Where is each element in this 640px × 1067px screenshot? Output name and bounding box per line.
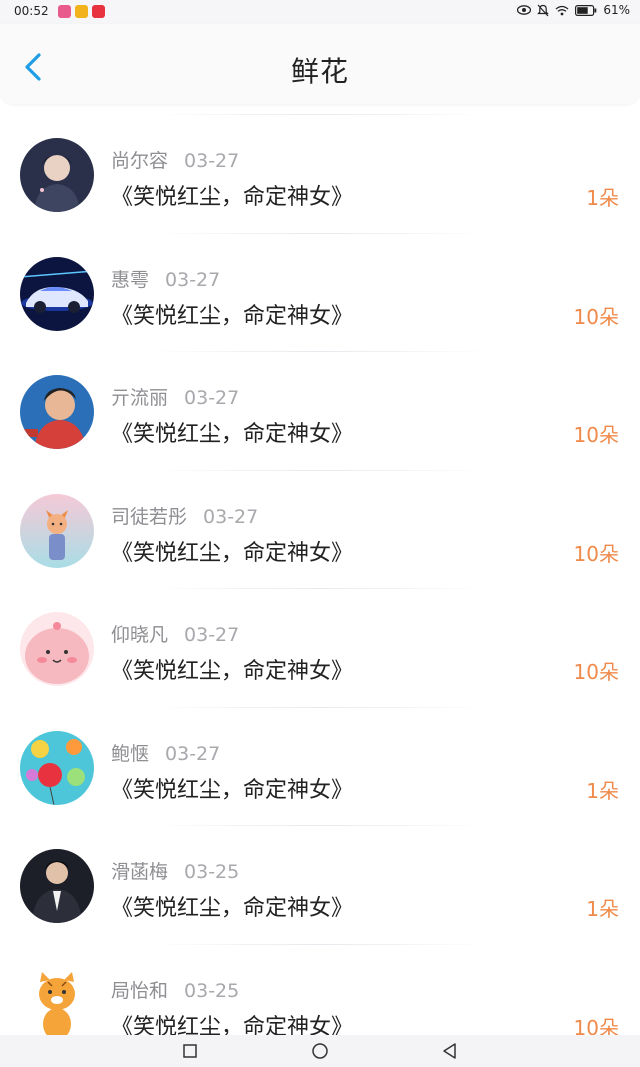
avatar[interactable] [20, 967, 94, 1037]
avatar-sports-car [20, 256, 94, 331]
flower-count: 1朵 [586, 897, 619, 921]
avatar[interactable] [20, 493, 94, 568]
avatar[interactable] [20, 138, 94, 212]
divider [150, 469, 490, 471]
divider [150, 114, 490, 115]
sender-date: 03-27 [184, 387, 240, 409]
flower-count: 10朵 [573, 423, 619, 447]
app-icon [75, 5, 88, 18]
recent-apps-button[interactable] [181, 1042, 199, 1060]
avatar-pink-blob [20, 612, 94, 686]
sender-line: 仰晓凡 03-27 [111, 620, 239, 647]
sender-name: 局怡和 [111, 979, 169, 1002]
sender-line: 亓流丽 03-27 [111, 383, 239, 410]
list-item[interactable]: 鲍惬 03-27 《笑悦红尘，命定神女》 1朵 [0, 697, 640, 816]
avatar-boy-portrait [20, 138, 94, 212]
divider [150, 706, 490, 708]
list-item[interactable]: 亓流丽 03-27 《笑悦红尘，命定神女》 10朵 [0, 341, 640, 460]
sender-name: 仰晓凡 [111, 624, 169, 646]
book-title: 《笑悦红尘，命定神女》 [111, 185, 354, 210]
sender-name: 惠雩 [111, 268, 150, 291]
sender-line: 惠雩 03-27 [111, 265, 220, 292]
avatar-balloons [20, 730, 94, 805]
screen: 00:52 61% 鲜花 尚尔容 03-27 《笑悦红尘，命定神女》 1朵 惠雩… [0, 0, 640, 1067]
divider [150, 351, 490, 352]
book-title: 《笑悦红尘，命定神女》 [111, 777, 354, 803]
avatar[interactable] [20, 256, 94, 331]
list-item[interactable]: 惠雩 03-27 《笑悦红尘，命定神女》 10朵 [0, 223, 640, 342]
sender-date: 03-25 [184, 861, 240, 883]
sender-date: 03-25 [184, 979, 240, 1002]
eye-icon [517, 5, 532, 15]
book-title: 《笑悦红尘，命定神女》 [111, 303, 354, 329]
mute-icon [537, 4, 550, 17]
wifi-icon [555, 5, 569, 16]
avatar[interactable] [20, 730, 94, 805]
flower-count: 10朵 [573, 541, 619, 566]
app-icon [58, 5, 71, 18]
sender-name: 尚尔容 [111, 150, 169, 172]
sender-date: 03-27 [165, 742, 221, 765]
recent-apps-icon [183, 1044, 197, 1058]
book-title: 《笑悦红尘，命定神女》 [111, 540, 354, 566]
status-bar: 00:52 61% [0, 0, 640, 24]
list-item[interactable]: 滑菡梅 03-25 《笑悦红尘，命定神女》 1朵 [0, 815, 640, 934]
home-icon [312, 1043, 328, 1059]
flower-count: 1朵 [586, 186, 619, 210]
list-item[interactable]: 司徒若彤 03-27 《笑悦红尘，命定神女》 10朵 [0, 460, 640, 579]
back-triangle-icon [443, 1043, 456, 1059]
divider [150, 943, 490, 945]
avatar[interactable] [20, 849, 94, 923]
battery-percent: 61% [603, 3, 630, 17]
flower-count: 1朵 [586, 778, 619, 803]
book-title: 《笑悦红尘，命定神女》 [111, 422, 354, 447]
sender-date: 03-27 [203, 505, 259, 528]
avatar[interactable] [20, 375, 94, 449]
nav-back-button[interactable] [441, 1042, 459, 1060]
avatar-tiger-cartoon [20, 967, 94, 1037]
avatar-man-suit [20, 849, 94, 923]
page-title: 鲜花 [290, 55, 349, 88]
sender-name: 司徒若彤 [111, 505, 188, 528]
sender-name: 亓流丽 [111, 387, 169, 409]
book-title: 《笑悦红尘，命定神女》 [111, 659, 354, 684]
book-title: 《笑悦红尘，命定神女》 [111, 896, 354, 921]
sender-name: 鲍惬 [111, 742, 150, 765]
flower-list[interactable]: 尚尔容 03-27 《笑悦红尘，命定神女》 1朵 惠雩 03-27 《笑悦红尘，… [0, 104, 640, 1037]
divider [150, 232, 490, 234]
divider [150, 825, 490, 826]
sender-line: 尚尔容 03-27 [111, 146, 239, 173]
avatar[interactable] [20, 612, 94, 686]
status-app-icons [58, 5, 105, 18]
status-indicators: 61% [517, 3, 630, 17]
list-item[interactable]: 局怡和 03-25 《笑悦红尘，命定神女》 10朵 [0, 934, 640, 1038]
divider [150, 588, 490, 589]
home-button[interactable] [311, 1042, 329, 1060]
sender-line: 司徒若彤 03-27 [111, 502, 258, 529]
sender-line: 鲍惬 03-27 [111, 739, 220, 766]
battery-icon [575, 4, 597, 16]
sender-date: 03-27 [184, 624, 240, 646]
list-item[interactable]: 仰晓凡 03-27 《笑悦红尘，命定神女》 10朵 [0, 578, 640, 697]
book-title: 《笑悦红尘，命定神女》 [111, 1014, 354, 1038]
sender-date: 03-27 [184, 150, 240, 172]
sender-line: 局怡和 03-25 [111, 976, 239, 1003]
flower-count: 10朵 [573, 304, 619, 329]
flower-count: 10朵 [573, 660, 619, 684]
sender-date: 03-27 [165, 268, 221, 291]
avatar-woman-tv [20, 375, 94, 449]
flower-count: 10朵 [573, 1015, 619, 1038]
list-item[interactable]: 尚尔容 03-27 《笑悦红尘，命定神女》 1朵 [0, 104, 640, 223]
nav-bar [0, 1035, 640, 1067]
header: 鲜花 [0, 24, 640, 104]
sender-line: 滑菡梅 03-25 [111, 857, 239, 884]
app-icon [92, 5, 105, 18]
status-time: 00:52 [14, 4, 49, 18]
sender-name: 滑菡梅 [111, 861, 169, 883]
avatar-fox-cartoon [20, 493, 94, 568]
